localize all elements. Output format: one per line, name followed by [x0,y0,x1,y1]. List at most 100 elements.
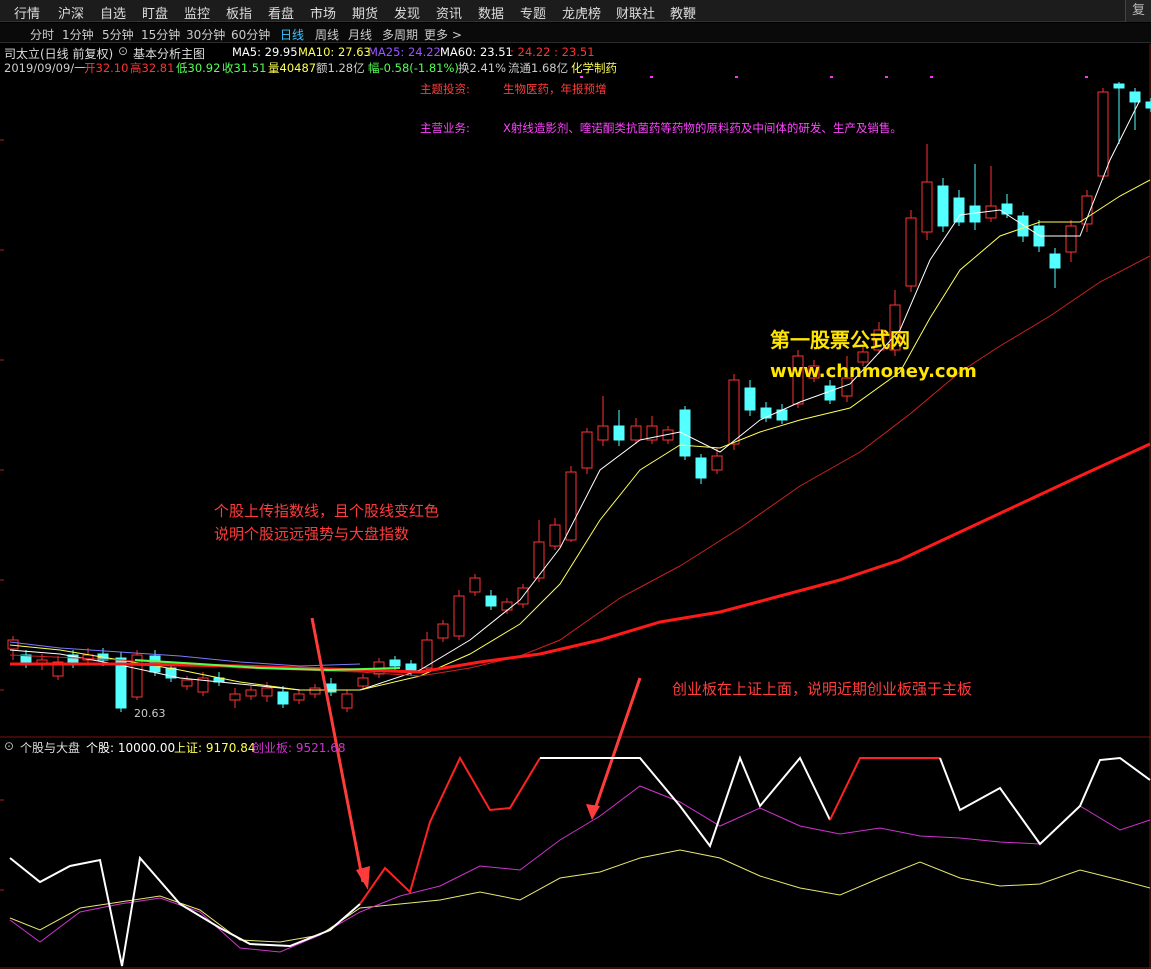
fuquan-button[interactable]: 复权 [1125,0,1151,40]
candle-body-34 [549,524,561,547]
min-price-label: 20.63 [134,707,166,720]
candle-body-29 [469,577,481,593]
menu-item-14[interactable]: 财联社 [616,3,655,22]
menu-item-1[interactable]: 沪深 [58,3,84,22]
menu-item-10[interactable]: 资讯 [436,3,462,22]
candle-body-46 [744,387,756,411]
ma10-line [9,179,1151,691]
candle-body-21 [341,693,353,709]
period-tab-6[interactable]: 日线 [280,26,304,43]
menu-item-0[interactable]: 行情 [14,3,40,22]
annotation-right: 创业板在上证上面，说明近期创业板强于主板 [672,680,973,698]
annotation-left-line1: 个股上传指数线，且个股线变红色 [214,502,440,520]
ma25-line [9,255,1151,677]
period-tab-10[interactable]: 更多 > [424,26,462,43]
event-dot-5 [930,76,933,78]
candle-body-38 [613,425,625,441]
period-tab-3[interactable]: 15分钟 [141,26,180,43]
top-menu-bar: 行情沪深自选盯盘监控板指看盘市场期货发现资讯数据专题龙虎榜财联社教鞭 复权 [0,0,1151,40]
event-dot-6 [1085,76,1088,78]
menu-item-11[interactable]: 数据 [478,3,504,22]
menu-item-7[interactable]: 市场 [310,3,336,22]
candle-body-69 [1113,83,1125,89]
candle-body-27 [437,623,449,639]
ma5-line [9,99,1141,691]
menu-item-6[interactable]: 看盘 [268,3,294,22]
annotation-left-line2: 说明个股远远强势与大盘指数 [214,525,410,543]
candle-body-47 [760,407,772,419]
period-tab-5[interactable]: 60分钟 [231,26,270,43]
menu-item-15[interactable]: 教鞭 [670,3,696,22]
candle-body-59 [953,197,965,223]
stock-line-white-3 [939,756,1151,846]
candle-body-65 [1049,253,1061,269]
candle-body-43 [695,457,707,479]
candle-body-25 [405,663,417,671]
menu-item-12[interactable]: 专题 [520,3,546,22]
indicator-menu-icon[interactable]: ⊙ [4,739,14,753]
period-tab-bar: 分时 1分钟 5分钟 15分钟 30分钟 60分钟 日线 周线 月线 多周期 更多 > [0,23,1151,43]
candle-body-68 [1097,91,1109,177]
stock-line-white-2 [540,755,831,849]
stock-line-red [359,755,541,905]
candle-body-15 [245,689,257,697]
menu-item-5[interactable]: 板指 [226,3,252,22]
candle-body-33 [533,541,545,579]
candle-body-17 [277,691,289,705]
candle-body-70 [1129,91,1141,103]
candle-body-30 [485,595,497,607]
period-tab-4[interactable]: 30分钟 [186,26,225,43]
watermark-title: 第一股票公式网 [770,328,910,352]
candle-body-28 [453,595,465,637]
candle-body-71 [1145,101,1151,109]
event-dot-4 [885,76,888,78]
period-tab-9[interactable]: 多周期 [382,26,418,43]
candle-body-18 [293,693,305,701]
candle-body-63 [1017,215,1029,237]
menu-item-4[interactable]: 监控 [184,3,210,22]
candle-body-19 [309,687,321,695]
candle-body-44 [711,455,723,471]
menu-item-2[interactable]: 自选 [100,3,126,22]
stock-line-red-2 [829,757,940,821]
arrow-right-shaft [592,677,642,813]
period-tab-2[interactable]: 5分钟 [102,26,134,43]
menu-item-13[interactable]: 龙虎榜 [562,3,601,22]
candle-body-0 [7,639,19,650]
indicator-stock-value: 个股: 10000.00 [86,741,176,755]
menu-item-3[interactable]: 盯盘 [142,3,168,22]
indicator-name[interactable]: 个股与大盘 [20,739,80,756]
candle-body-39 [630,425,642,441]
candle-body-58 [937,185,949,227]
ma60-line [10,442,1151,674]
arrow-left-head [356,866,370,890]
period-tab-7[interactable]: 周线 [315,26,339,43]
kline-chart[interactable] [0,44,1151,969]
menu-item-8[interactable]: 期货 [352,3,378,22]
candle-body-51 [824,385,836,401]
menu-item-9[interactable]: 发现 [394,3,420,22]
period-tab-8[interactable]: 月线 [348,26,372,43]
period-tab-1[interactable]: 1分钟 [62,26,94,43]
candle-body-36 [581,431,593,469]
stock-line-white-1 [9,855,361,967]
event-dot-1 [650,76,653,78]
candle-body-22 [357,677,369,687]
indicator-sh-value: 上证: 9170.84 [174,741,256,755]
candle-body-37 [597,425,609,441]
candle-body-45 [728,379,740,445]
candle-body-16 [261,687,273,697]
indicator-cyb-value: 创业板: 9521.68 [252,741,346,755]
candle-body-11 [181,679,193,687]
event-dot-0 [580,76,583,78]
candle-body-31 [501,601,513,611]
event-dot-3 [830,76,833,78]
watermark-url: www.chnmoney.com [770,361,977,382]
candle-body-24 [389,659,401,667]
candle-body-66 [1065,225,1077,253]
candle-body-35 [565,471,577,541]
candle-body-57 [921,181,933,233]
period-tab-0[interactable]: 分时 [30,26,54,43]
event-dot-2 [735,76,738,78]
shanghai-index-line [9,849,1151,943]
